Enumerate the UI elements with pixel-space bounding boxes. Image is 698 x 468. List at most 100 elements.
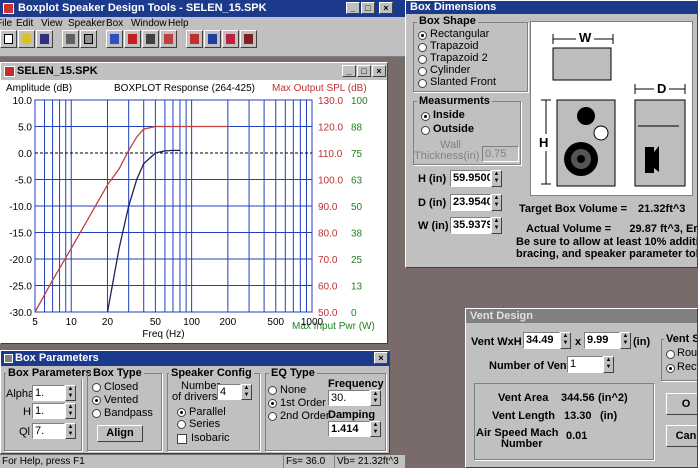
h-in-label: H (in): [418, 173, 447, 185]
filter-tool[interactable]: [222, 30, 239, 48]
vent-ok-button[interactable]: O: [666, 393, 697, 415]
chart-window-title: SELEN_15.SPK: [17, 65, 98, 77]
chart-maximize-button[interactable]: □: [357, 65, 371, 77]
speaker-tool[interactable]: [106, 30, 123, 48]
box-params-icon: [4, 354, 13, 363]
status-help-text: For Help, press F1: [2, 456, 85, 467]
d-in-spinner[interactable]: ▲ ▼: [491, 194, 502, 211]
minimize-button[interactable]: _: [346, 2, 360, 14]
close-button[interactable]: ×: [379, 2, 393, 14]
menu-edit[interactable]: Edit: [16, 17, 33, 30]
y-tick-label-left: 10.0: [13, 96, 33, 107]
crossover-icon: [208, 34, 217, 44]
y-tick-label-spl: 80.0: [318, 229, 338, 240]
vent-tool[interactable]: [186, 30, 203, 48]
chart-minimize-button[interactable]: _: [342, 65, 356, 77]
driver-tool[interactable]: [124, 30, 141, 48]
shape-trapazoid2-label: Trapazoid 2: [430, 52, 488, 64]
num-vents-spinner[interactable]: ▲ ▼: [603, 356, 614, 373]
open-file-tool[interactable]: [18, 30, 35, 48]
vent-length-label: Vent Length: [492, 410, 555, 422]
shape-slanted-radio[interactable]: [418, 79, 427, 88]
frequency-spinner[interactable]: ▲ ▼: [370, 390, 381, 406]
eq-none-radio[interactable]: [268, 386, 277, 395]
box-tool[interactable]: [142, 30, 159, 48]
h-spinner[interactable]: ▲ ▼: [65, 403, 76, 419]
vent-width-spinner[interactable]: ▲ ▼: [560, 332, 571, 349]
vent-cancel-button[interactable]: Can: [666, 425, 697, 447]
alpha-input[interactable]: 1.: [32, 385, 65, 401]
y-tick-label-spl: 110.0: [318, 149, 343, 160]
status-fs: Fs= 36.0: [283, 455, 325, 468]
vent-area-unit: (in^2): [598, 392, 628, 404]
chart-window: SELEN_15.SPK _ □ × Amplitude (dB) BOXPLO…: [0, 62, 388, 344]
isobaric-checkbox[interactable]: [177, 434, 187, 444]
h-input[interactable]: 1.: [32, 403, 65, 419]
menu-view[interactable]: View: [41, 17, 63, 30]
menu-file[interactable]: File: [0, 17, 12, 30]
eq-1st-order-radio[interactable]: [268, 399, 277, 408]
bandpass-radio[interactable]: [92, 409, 101, 418]
crossover-tool[interactable]: [204, 30, 221, 48]
closed-radio[interactable]: [92, 383, 101, 392]
inside-label: Inside: [433, 109, 465, 121]
outside-radio[interactable]: [421, 126, 430, 135]
menu-box[interactable]: Box: [106, 17, 123, 30]
graph-icon: [164, 34, 173, 44]
w-in-spinner[interactable]: ▲ ▼: [491, 217, 502, 234]
volume-note-2: bracing, and speaker parameter tolerance: [516, 248, 697, 260]
series-radio[interactable]: [177, 420, 186, 429]
vent-length-unit: (in): [600, 410, 618, 422]
plot-tool[interactable]: [240, 30, 257, 48]
new-file-icon: [4, 34, 13, 44]
shape-trapazoid2-radio[interactable]: [418, 55, 427, 64]
frequency-input[interactable]: 30.: [328, 390, 370, 406]
wall-thickness-input[interactable]: 0.75: [482, 146, 519, 162]
box-dimensions-title-bar: Box Dimensions: [406, 1, 697, 14]
vent-round-radio[interactable]: [666, 350, 675, 359]
h-in-input[interactable]: 59.9500: [450, 170, 491, 187]
ql-input[interactable]: 7.: [32, 423, 65, 439]
chart-close-button[interactable]: ×: [372, 65, 386, 77]
vent-width-input[interactable]: 34.49: [523, 332, 560, 349]
h-in-spinner[interactable]: ▲ ▼: [491, 170, 502, 187]
ql-spinner[interactable]: ▲ ▼: [65, 423, 76, 439]
menu-help[interactable]: Help: [168, 17, 189, 30]
vent-height-spinner[interactable]: ▲ ▼: [620, 332, 631, 349]
print-preview-tool[interactable]: [80, 30, 97, 48]
d-in-input[interactable]: 23.9540: [450, 194, 491, 211]
damping-spinner[interactable]: ▲ ▼: [370, 421, 381, 437]
parallel-radio[interactable]: [177, 408, 186, 417]
vent-rect-label: Rect: [677, 361, 698, 373]
vent-height-input[interactable]: 9.99: [584, 332, 620, 349]
num-drivers-input[interactable]: 4: [217, 384, 241, 400]
box-params-close-button[interactable]: ×: [374, 352, 388, 364]
y-tick-label-left: 5.0: [18, 123, 32, 134]
shape-trapazoid-radio[interactable]: [418, 43, 427, 52]
new-file-tool[interactable]: [0, 30, 17, 48]
eq-2nd-order-radio[interactable]: [268, 412, 277, 421]
shape-cylinder-radio[interactable]: [418, 67, 427, 76]
align-button[interactable]: Align: [97, 425, 143, 442]
alpha-spinner[interactable]: ▲ ▼: [65, 385, 76, 401]
parallel-label: Parallel: [189, 406, 226, 418]
menu-speaker[interactable]: Speaker: [68, 17, 105, 30]
w-in-input[interactable]: 35.9379: [450, 217, 491, 234]
save-file-tool[interactable]: [36, 30, 53, 48]
num-drivers-spinner[interactable]: ▲ ▼: [241, 384, 252, 400]
maximize-button[interactable]: □: [361, 2, 375, 14]
inside-radio[interactable]: [421, 112, 430, 121]
vent-shape-group: [661, 339, 697, 381]
damping-input[interactable]: 1.414: [328, 421, 370, 437]
w-in-label: W (in): [418, 220, 449, 232]
graph-tool[interactable]: [160, 30, 177, 48]
print-tool[interactable]: [62, 30, 79, 48]
closed-label: Closed: [104, 381, 139, 393]
menu-window[interactable]: Window: [131, 17, 167, 30]
shape-rectangular-radio[interactable]: [418, 31, 427, 40]
vented-radio[interactable]: [92, 396, 101, 405]
num-vents-input[interactable]: 1: [567, 356, 603, 373]
ql-label: Ql: [19, 426, 30, 438]
vent-rect-radio[interactable]: [666, 364, 675, 373]
shape-slanted-label: Slanted Front: [430, 76, 497, 88]
